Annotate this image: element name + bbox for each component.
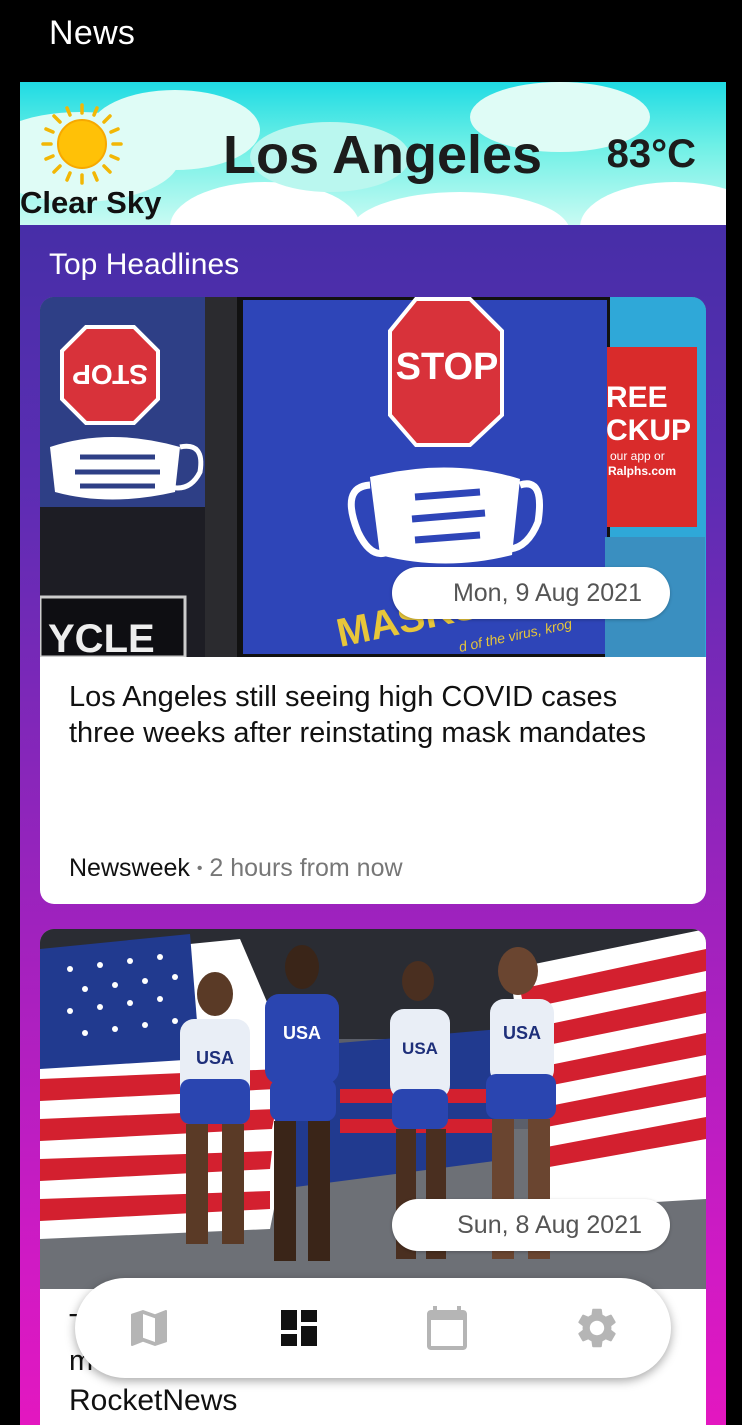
meta-separator: • <box>196 860 203 877</box>
right-ad-text: REE <box>606 381 668 414</box>
article-headline[interactable]: Los Angeles still seeing high COVID case… <box>69 679 669 751</box>
article-source: Newsweek <box>69 854 190 882</box>
article-card[interactable]: YCLE STOP STOP MASKS d of the virus, kro… <box>40 297 706 904</box>
content-frame: Los Angeles 83°C Clear Sky Top Headlines… <box>20 82 726 1425</box>
center-stop-text: STOP <box>396 346 499 388</box>
cloud-shape <box>580 182 726 225</box>
date-badge: Sun, 8 Aug 2021 <box>392 1199 670 1251</box>
calendar-icon <box>427 1306 467 1350</box>
article-source: RocketNews <box>69 1384 238 1417</box>
left-bottom-text: YCLE <box>48 617 155 657</box>
map-icon <box>131 1310 167 1346</box>
bottom-navigation <box>75 1278 671 1378</box>
weather-header[interactable]: Los Angeles 83°C Clear Sky <box>20 82 726 225</box>
jersey-text: USA <box>283 1023 321 1043</box>
nav-settings[interactable] <box>573 1304 621 1352</box>
article-meta: Newsweek • 2 hours from now <box>69 854 403 883</box>
app-title: News <box>49 14 136 52</box>
article-time: 2 hours from now <box>209 854 403 882</box>
right-ad-small-text: our app or <box>610 449 665 463</box>
cloud-shape <box>350 192 570 225</box>
nav-dashboard[interactable] <box>275 1304 323 1352</box>
jersey-text: USA <box>402 1039 438 1058</box>
article-image: USA USA USA USA Sun, 8 Aug 2021 <box>40 929 706 1289</box>
weather-condition: Clear Sky <box>20 185 162 220</box>
jersey-text: USA <box>503 1023 541 1043</box>
left-stop-text: STOP <box>72 359 148 390</box>
dashboard-icon <box>281 1310 317 1346</box>
nav-calendar[interactable] <box>423 1304 471 1352</box>
nav-map[interactable] <box>125 1304 173 1352</box>
article-image: YCLE STOP STOP MASKS d of the virus, kro… <box>40 297 706 657</box>
sun-icon <box>41 103 123 185</box>
right-ad-small-text: Ralphs.com <box>608 464 676 478</box>
city-name: Los Angeles <box>223 125 543 185</box>
app-bar: News <box>0 0 742 80</box>
date-badge: Mon, 9 Aug 2021 <box>392 567 670 619</box>
temperature: 83°C <box>606 132 696 176</box>
section-title: Top Headlines <box>49 248 240 281</box>
jersey-text: USA <box>196 1048 234 1068</box>
gear-icon <box>578 1308 616 1348</box>
right-ad-text: CKUP <box>606 414 691 447</box>
